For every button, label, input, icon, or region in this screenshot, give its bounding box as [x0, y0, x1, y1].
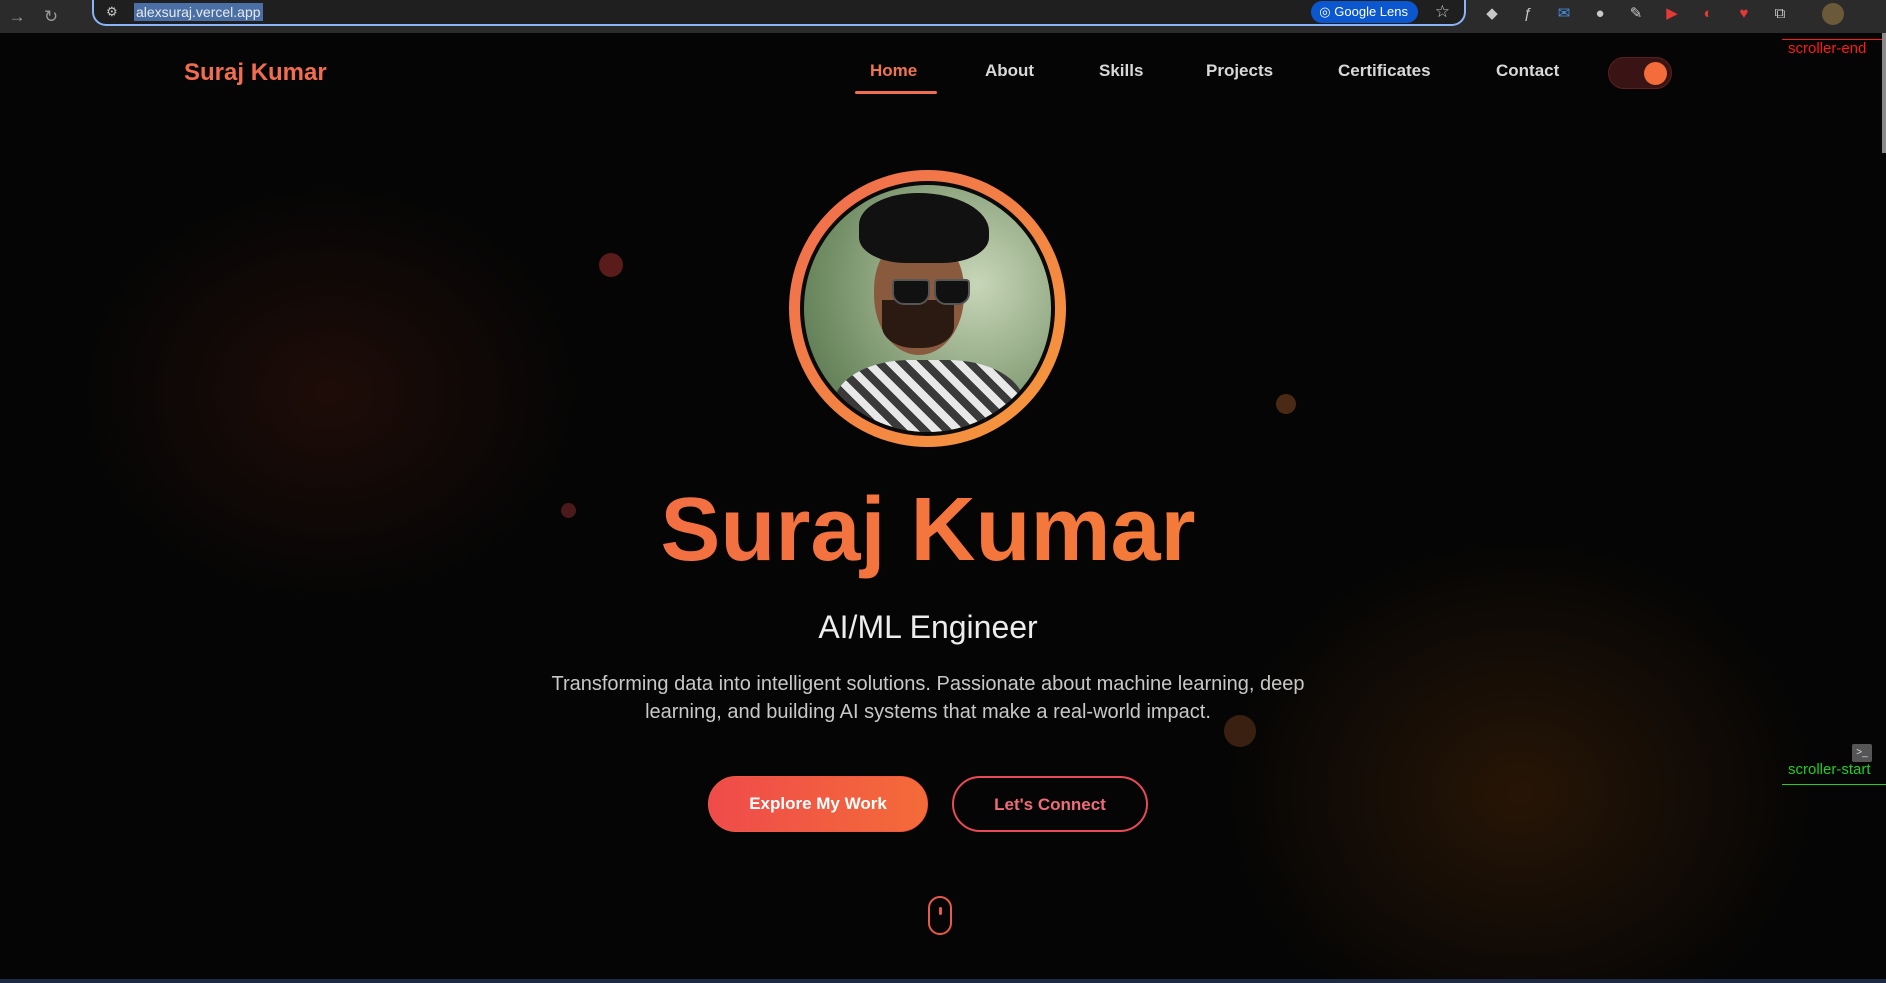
profile-avatar-ring — [789, 170, 1066, 447]
bookmark-star-icon[interactable]: ☆ — [1435, 2, 1450, 22]
photo-sunglasses-right — [934, 279, 970, 305]
decor-dot — [1276, 394, 1296, 414]
mail-icon[interactable]: ✉ — [1553, 3, 1575, 25]
nav-contact[interactable]: Contact — [1496, 61, 1559, 91]
profile-avatar[interactable] — [1822, 3, 1844, 25]
portfolio-page: Suraj Kumar Home About Skills Projects C… — [0, 33, 1886, 983]
extension-badge-icon[interactable]: ● — [1589, 3, 1611, 25]
hero-role: AI/ML Engineer — [818, 609, 1038, 645]
function-icon[interactable]: ƒ — [1517, 3, 1539, 25]
toggle-knob — [1644, 62, 1667, 85]
site-info-icon[interactable]: ⚙ — [106, 4, 126, 20]
page-bottom-border — [0, 979, 1886, 983]
page-scrollbar[interactable] — [1882, 33, 1886, 153]
scroll-indicator-icon[interactable] — [928, 896, 952, 935]
google-lens-button[interactable]: ◎ Google Lens — [1311, 1, 1418, 23]
url-text[interactable]: alexsuraj.vercel.app — [134, 3, 263, 21]
theme-toggle[interactable] — [1608, 57, 1672, 89]
devtools-marker-icon[interactable]: >_ — [1852, 744, 1872, 762]
hero-name: Suraj Kumar — [0, 481, 1856, 580]
scroller-end-marker: scroller-end — [1782, 39, 1886, 59]
scroll-wheel — [939, 907, 942, 915]
nav-about[interactable]: About — [985, 61, 1034, 91]
brand-logo[interactable]: Suraj Kumar — [184, 59, 327, 87]
hero-description: Transforming data into intelligent solut… — [551, 673, 1305, 723]
extension-icon[interactable]: ◆ — [1481, 3, 1503, 25]
forward-icon[interactable]: → — [0, 7, 34, 27]
nav-home[interactable]: Home — [870, 61, 917, 91]
scroller-start-marker: scroller-start — [1782, 761, 1886, 785]
eyedropper-icon[interactable]: ✎ — [1625, 3, 1647, 25]
address-bar[interactable]: ⚙ alexsuraj.vercel.app ◎ Google Lens ☆ — [92, 0, 1466, 26]
shield-extension-icon[interactable]: ♥ — [1733, 3, 1755, 25]
browser-toolbar: → ↻ ⚙ alexsuraj.vercel.app ◎ Google Lens… — [0, 0, 1886, 33]
pocket-icon[interactable]: ◐ — [1697, 3, 1719, 25]
nav-projects[interactable]: Projects — [1206, 61, 1273, 91]
lets-connect-button[interactable]: Let's Connect — [952, 776, 1148, 832]
profile-photo — [804, 185, 1051, 432]
nav-certificates[interactable]: Certificates — [1338, 61, 1431, 91]
explore-work-button[interactable]: Explore My Work — [708, 776, 928, 832]
nav-active-indicator — [855, 91, 937, 94]
google-lens-label: Google Lens — [1334, 4, 1408, 19]
photo-sunglasses-left — [892, 279, 930, 305]
puzzle-icon[interactable]: ⧉ — [1769, 3, 1791, 25]
decor-dot — [599, 253, 623, 277]
photo-beard — [882, 300, 954, 348]
photo-shirt — [834, 360, 1024, 432]
video-extension-icon[interactable]: ▶ — [1661, 3, 1683, 25]
nav-skills[interactable]: Skills — [1099, 61, 1143, 91]
avatar-inner — [800, 181, 1055, 436]
photo-hair — [859, 193, 989, 263]
reload-icon[interactable]: ↻ — [34, 7, 68, 27]
